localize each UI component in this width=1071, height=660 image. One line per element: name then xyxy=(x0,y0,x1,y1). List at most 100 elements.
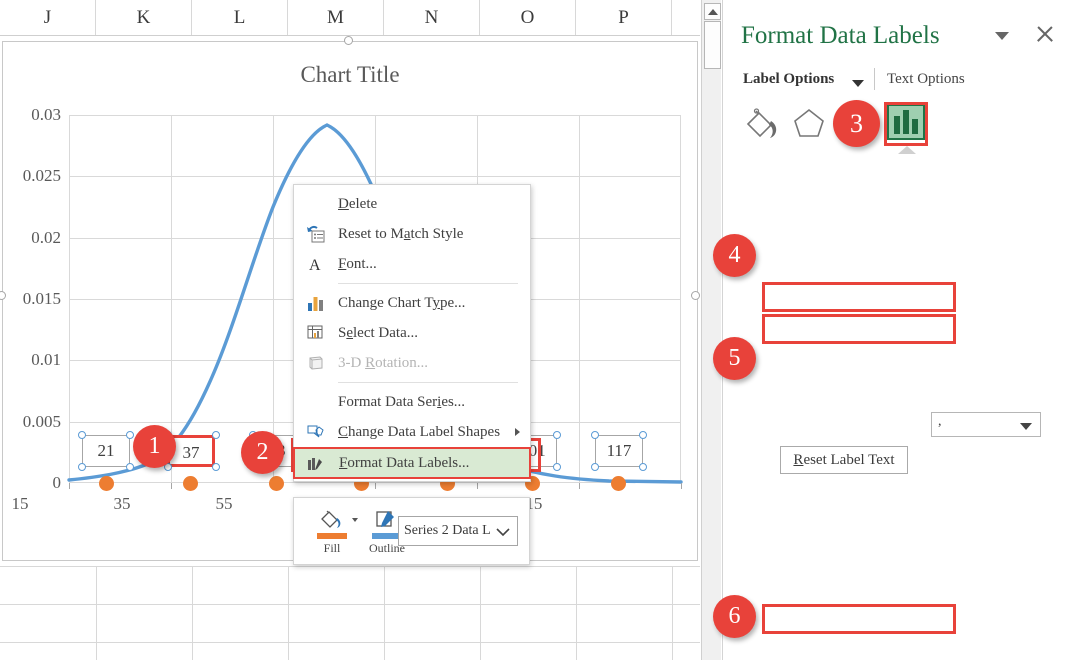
reset-label-text-button[interactable]: Reset Label Text xyxy=(780,446,908,474)
context-menu-item-3d-rotation: 3-D Rotation... xyxy=(294,348,530,378)
context-menu-label: Change Chart Type... xyxy=(338,295,465,311)
context-menu-label: Format Data Series... xyxy=(338,394,465,410)
chevron-down-icon[interactable] xyxy=(1020,423,1032,430)
selection-dropdown-value: Series 2 Data L xyxy=(404,523,491,538)
context-menu-separator xyxy=(338,283,518,284)
y-axis-tick-label: 0.01 xyxy=(3,350,61,370)
context-menu-item-delete[interactable]: DDeleteelete xyxy=(294,189,530,219)
column-header-K[interactable]: K xyxy=(96,0,192,36)
column-header-N[interactable]: N xyxy=(384,0,480,36)
data-label[interactable]: 117 xyxy=(595,435,643,467)
triangle-up-icon xyxy=(708,9,718,15)
x-axis-tick xyxy=(579,483,580,489)
tab-caret-down-icon[interactable] xyxy=(852,80,864,87)
context-menu-item-font[interactable]: A Font... xyxy=(294,249,530,279)
submenu-arrow-icon xyxy=(515,428,520,436)
sheet-gridline xyxy=(96,566,97,660)
callout-badge-3: 3 xyxy=(833,100,880,147)
x-axis-tick xyxy=(171,483,172,489)
context-menu-item-format-data-labels[interactable]: Format Data Labels... xyxy=(293,447,531,479)
separator-dropdown[interactable]: , xyxy=(931,412,1041,437)
highlight-box-y-value xyxy=(762,314,956,344)
context-menu-label: Change Data Label Shapes xyxy=(338,424,500,440)
data-point-marker[interactable] xyxy=(611,476,626,491)
label-shapes-icon xyxy=(306,423,326,441)
data-point-marker[interactable] xyxy=(183,476,198,491)
chevron-down-icon xyxy=(494,526,512,538)
fill-button[interactable]: Fill xyxy=(306,508,358,556)
sheet-gridline xyxy=(576,566,577,660)
callout-badge-2: 2 xyxy=(241,431,284,474)
x-axis-tick xyxy=(375,483,376,489)
effects-pentagon-icon[interactable] xyxy=(789,104,829,142)
scroll-up-button[interactable] xyxy=(704,3,721,20)
mini-toolbar[interactable]: Fill Outline Series 2 Data L xyxy=(293,497,530,565)
svg-text:A: A xyxy=(309,257,321,273)
x-axis-tick-label: 55 xyxy=(194,494,254,514)
close-icon[interactable] xyxy=(1035,24,1055,44)
context-menu-label: Format Data Labels... xyxy=(339,455,469,471)
x-axis-tick xyxy=(477,483,478,489)
highlight-box-label-options-icon xyxy=(884,102,928,146)
panel-dropdown-caret-icon[interactable] xyxy=(995,32,1009,40)
context-menu-item-reset-to-match-style[interactable]: Reset to Match Style xyxy=(294,219,530,249)
tab-label-options[interactable]: Label Options xyxy=(743,71,834,88)
tab-divider xyxy=(874,68,875,90)
context-menu-item-format-data-series[interactable]: Format Data Series... xyxy=(294,387,530,417)
chart-type-icon xyxy=(306,294,326,312)
chart-resize-handle-right[interactable] xyxy=(691,291,700,300)
context-menu-label: Select Data... xyxy=(338,325,418,341)
callout-badge-1: 1 xyxy=(133,425,176,468)
x-axis-tick xyxy=(681,483,682,489)
chart-resize-handle-top[interactable] xyxy=(344,36,353,45)
context-menu-item-select-data[interactable]: Select Data... xyxy=(294,318,530,348)
fill-color-swatch xyxy=(317,533,347,539)
scrollbar-thumb[interactable] xyxy=(704,21,721,69)
callout-badge-5: 5 xyxy=(713,337,756,380)
data-point-marker[interactable] xyxy=(269,476,284,491)
rotation-3d-icon xyxy=(306,354,326,372)
column-header-P[interactable]: P xyxy=(576,0,672,36)
chart-title[interactable]: Chart Title xyxy=(3,62,697,88)
selected-icon-indicator xyxy=(898,146,916,154)
font-icon: A xyxy=(306,255,326,273)
sheet-gridline xyxy=(384,566,385,660)
y-axis-tick-label: 0.025 xyxy=(3,166,61,186)
column-header-M[interactable]: M xyxy=(288,0,384,36)
data-label[interactable]: 21 xyxy=(82,435,130,467)
panel-title: Format Data Labels xyxy=(741,22,940,50)
sheet-gridline xyxy=(672,566,673,660)
tab-text-options[interactable]: Text Options xyxy=(887,71,965,88)
sheet-gridline xyxy=(0,604,700,605)
highlight-box-x-value xyxy=(762,282,956,312)
column-header-O[interactable]: O xyxy=(480,0,576,36)
context-menu-item-change-chart-type[interactable]: Change Chart Type... xyxy=(294,288,530,318)
callout-badge-4: 4 xyxy=(713,234,756,277)
format-labels-icon xyxy=(307,456,327,474)
sheet-gridline xyxy=(192,566,193,660)
x-axis-tick-label: 15 xyxy=(0,494,50,514)
fill-bucket-icon[interactable] xyxy=(742,104,782,142)
data-point-marker[interactable] xyxy=(99,476,114,491)
column-header-J[interactable]: J xyxy=(0,0,96,36)
y-axis-tick-label: 0 xyxy=(3,473,61,493)
column-header-row: J K L M N O P xyxy=(0,0,700,36)
selection-dropdown[interactable]: Series 2 Data L xyxy=(398,516,518,546)
reset-style-icon xyxy=(306,225,326,243)
x-axis-tick-label: 35 xyxy=(92,494,152,514)
chart-context-menu[interactable]: DDeleteelete Reset to Match Style A Font… xyxy=(293,184,531,482)
y-axis-tick-label: 0.015 xyxy=(3,289,61,309)
context-menu-label: 3-D Rotation... xyxy=(338,355,428,371)
sheet-gridline xyxy=(288,566,289,660)
fill-bucket-icon xyxy=(318,508,346,532)
column-header-L[interactable]: L xyxy=(192,0,288,36)
y-axis-tick-label: 0.005 xyxy=(3,412,61,432)
callout-badge-6: 6 xyxy=(713,595,756,638)
worksheet-vertical-scrollbar[interactable] xyxy=(701,0,721,660)
fill-label: Fill xyxy=(306,541,358,556)
context-menu-separator xyxy=(338,382,518,383)
context-menu-item-change-data-label-shapes[interactable]: Change Data Label Shapes xyxy=(294,417,530,447)
context-menu-label: Font... xyxy=(338,256,377,272)
outline-pencil-icon xyxy=(373,508,401,532)
highlight-box-above xyxy=(762,604,956,634)
